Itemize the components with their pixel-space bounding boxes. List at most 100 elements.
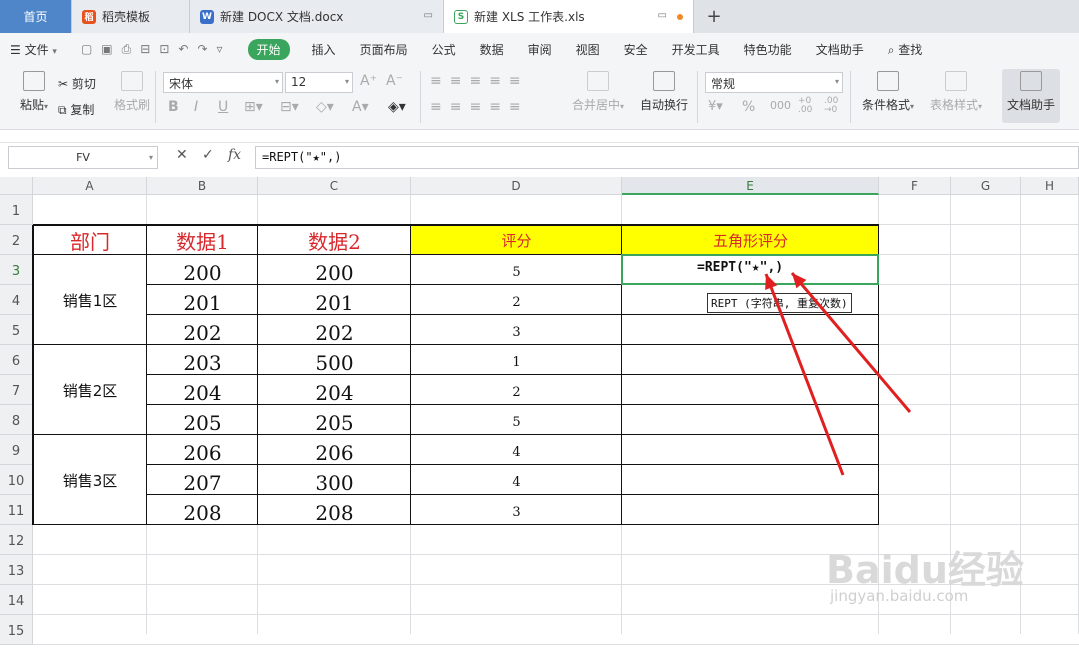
header-star-score[interactable]: 五角形评分: [622, 225, 879, 255]
header-data1[interactable]: 数据1: [147, 225, 258, 255]
data2-cell[interactable]: 202: [258, 315, 411, 345]
underline-icon[interactable]: U: [218, 99, 228, 115]
data1-cell[interactable]: 207: [147, 465, 258, 495]
data1-cell[interactable]: 200: [147, 255, 258, 285]
score-cell[interactable]: 1: [411, 345, 622, 375]
select-all-corner[interactable]: [0, 177, 33, 195]
data1-cell[interactable]: 204: [147, 375, 258, 405]
row-header-1[interactable]: 1: [0, 195, 33, 225]
font-color-icon[interactable]: A▾: [352, 99, 369, 115]
increase-decimal-icon[interactable]: +0.00: [798, 97, 812, 115]
row-header-11[interactable]: 11: [0, 495, 33, 525]
row-header-2[interactable]: 2: [0, 225, 33, 255]
decrease-decimal-icon[interactable]: .00 →0: [824, 97, 838, 115]
row-header-4[interactable]: 4: [0, 285, 33, 315]
fill-pattern-icon[interactable]: ⊟▾: [280, 99, 299, 115]
open-folder-icon[interactable]: ▢: [81, 42, 92, 56]
font-shrink-icon[interactable]: A⁻: [386, 73, 403, 89]
doc-assistant-button[interactable]: 文档助手: [1002, 69, 1060, 123]
row-header-9[interactable]: 9: [0, 435, 33, 465]
data1-cell[interactable]: 208: [147, 495, 258, 525]
score-cell[interactable]: 2: [411, 285, 622, 315]
tab-docx-document[interactable]: W 新建 DOCX 文档.docx ▭: [190, 0, 444, 33]
bold-icon[interactable]: B: [168, 99, 179, 115]
row-header-10[interactable]: 10: [0, 465, 33, 495]
score-cell[interactable]: 5: [411, 405, 622, 435]
file-menu[interactable]: ☰ 文件 ▾: [10, 41, 57, 58]
currency-icon[interactable]: ¥▾: [708, 99, 723, 114]
row-header-3[interactable]: 3: [0, 255, 33, 285]
tab-page-layout[interactable]: 页面布局: [360, 41, 408, 58]
data1-cell[interactable]: 202: [147, 315, 258, 345]
font-name-select[interactable]: 宋体 ▾: [163, 72, 283, 93]
row-header-6[interactable]: 6: [0, 345, 33, 375]
format-painter-button[interactable]: 格式刷: [104, 71, 160, 121]
merge-center-button[interactable]: 合并居中▾: [566, 71, 630, 121]
active-cell-formula[interactable]: =REPT("★",): [697, 260, 783, 275]
confirm-icon[interactable]: ✓: [202, 147, 214, 163]
print-preview-icon[interactable]: ⎙: [122, 42, 132, 57]
dept-cell[interactable]: 销售2区: [33, 345, 147, 435]
data2-cell[interactable]: 300: [258, 465, 411, 495]
data1-cell[interactable]: 203: [147, 345, 258, 375]
percent-icon[interactable]: %: [742, 99, 755, 115]
score-cell[interactable]: 2: [411, 375, 622, 405]
data2-cell[interactable]: 200: [258, 255, 411, 285]
copy-button[interactable]: ⧉ 复制: [58, 101, 94, 118]
dept-cell[interactable]: 销售1区: [33, 255, 147, 345]
font-size-select[interactable]: 12 ▾: [285, 72, 353, 93]
save-icon[interactable]: ▣: [101, 42, 112, 56]
data2-cell[interactable]: 204: [258, 375, 411, 405]
column-header-d[interactable]: D: [411, 177, 622, 195]
cancel-icon[interactable]: ✕: [176, 147, 188, 163]
header-score[interactable]: 评分: [411, 225, 622, 255]
fill-color-icon[interactable]: ◇▾: [316, 99, 334, 115]
paste-button[interactable]: 粘贴▾: [6, 71, 62, 121]
data1-cell[interactable]: 206: [147, 435, 258, 465]
row-header-7[interactable]: 7: [0, 375, 33, 405]
header-dept[interactable]: 部门: [33, 225, 147, 255]
row-header-12[interactable]: 12: [0, 525, 33, 555]
search-button[interactable]: ⌕ 查找: [888, 41, 923, 58]
tab-review[interactable]: 审阅: [528, 41, 552, 58]
print-icon[interactable]: ⊟: [140, 42, 150, 56]
formula-input[interactable]: =REPT("★",): [255, 146, 1079, 169]
score-cell[interactable]: 3: [411, 495, 622, 525]
tab-start[interactable]: 开始: [247, 38, 290, 60]
row-header-14[interactable]: 14: [0, 585, 33, 615]
export-icon[interactable]: ⊡: [159, 42, 169, 56]
add-tab-button[interactable]: +: [694, 0, 734, 33]
data1-cell[interactable]: 201: [147, 285, 258, 315]
font-grow-icon[interactable]: A⁺: [360, 73, 377, 89]
tab-docer-templates[interactable]: 稻 稻壳模板: [72, 0, 190, 33]
score-cell[interactable]: 4: [411, 435, 622, 465]
data2-cell[interactable]: 206: [258, 435, 411, 465]
score-cell[interactable]: 4: [411, 465, 622, 495]
data2-cell[interactable]: 500: [258, 345, 411, 375]
tab-formulas[interactable]: 公式: [432, 41, 456, 58]
thousands-icon[interactable]: 000: [770, 99, 791, 112]
table-style-button[interactable]: 表格样式▾: [924, 71, 988, 121]
cut-button[interactable]: ✂ 剪切: [58, 75, 96, 92]
conditional-format-button[interactable]: 条件格式▾: [856, 71, 920, 121]
column-header-g[interactable]: G: [951, 177, 1021, 195]
column-header-b[interactable]: B: [147, 177, 258, 195]
screen-icon[interactable]: ▭: [658, 10, 667, 21]
wrap-text-button[interactable]: 自动换行: [636, 71, 692, 121]
tab-features[interactable]: 特色功能: [744, 41, 792, 58]
tab-data[interactable]: 数据: [480, 41, 504, 58]
score-cell[interactable]: 5: [411, 255, 622, 285]
tab-insert[interactable]: 插入: [312, 41, 336, 58]
tab-security[interactable]: 安全: [624, 41, 648, 58]
undo-icon[interactable]: ↶: [178, 42, 188, 56]
tab-developer[interactable]: 开发工具: [672, 41, 720, 58]
column-header-e[interactable]: E: [622, 177, 879, 195]
header-data2[interactable]: 数据2: [258, 225, 411, 255]
data2-cell[interactable]: 201: [258, 285, 411, 315]
screen-icon[interactable]: ▭: [424, 10, 433, 21]
name-box[interactable]: FV ▾: [8, 146, 158, 169]
tab-doc-assistant[interactable]: 文档助手: [816, 41, 864, 58]
score-cell[interactable]: 3: [411, 315, 622, 345]
tab-view[interactable]: 视图: [576, 41, 600, 58]
vertical-align-icons[interactable]: ≡≡≡≡≡: [430, 73, 529, 89]
